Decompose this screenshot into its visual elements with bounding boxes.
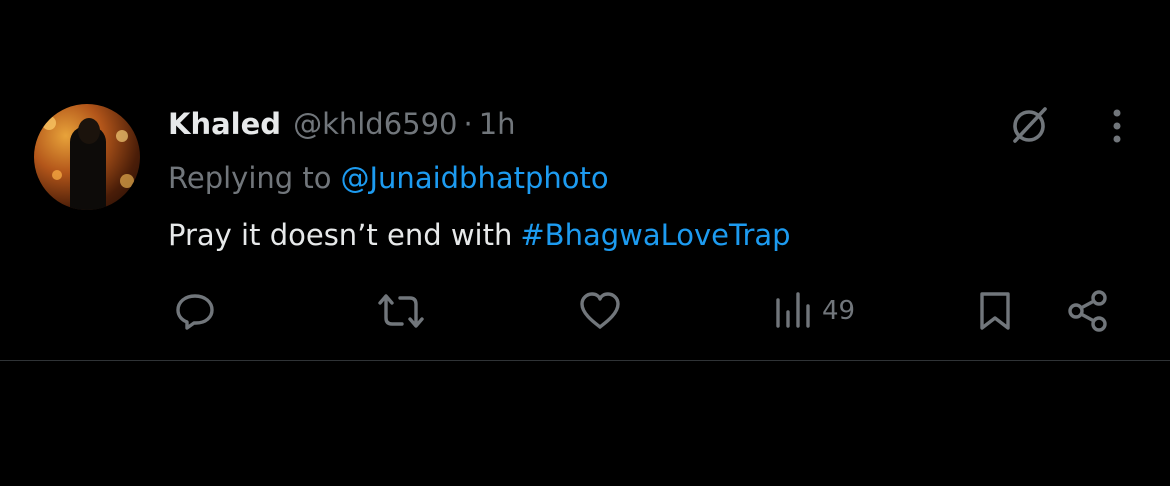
avatar-light [120, 174, 134, 188]
like-button[interactable] [578, 290, 622, 332]
reply-button[interactable] [174, 290, 216, 332]
repost-arrows-icon [378, 294, 424, 328]
bookmark-icon [980, 292, 1010, 330]
more-options-icon[interactable] [1100, 106, 1134, 146]
author-handle[interactable]: @khld6590 [293, 107, 457, 141]
separator-dot: · [463, 107, 473, 141]
repost-button[interactable] [378, 290, 424, 332]
replying-to: Replying to @Junaidbhatphoto [168, 158, 609, 198]
tweet-text: Pray it doesn’t end with [168, 218, 513, 252]
avatar-head [78, 118, 100, 144]
timestamp[interactable]: 1h [479, 107, 516, 141]
avatar[interactable] [34, 104, 140, 210]
views-count: 49 [822, 296, 856, 326]
bookmark-button[interactable] [976, 290, 1014, 332]
replying-to-label: Replying to [168, 161, 332, 195]
reply-mention-link[interactable]: @Junaidbhatphoto [341, 161, 609, 195]
hashtag-link[interactable]: #BhagwaLoveTrap [520, 218, 790, 252]
grok-icon[interactable] [1006, 102, 1052, 148]
speech-bubble-icon [176, 294, 214, 330]
author-name[interactable]: Khaled [168, 107, 281, 141]
heart-icon [580, 292, 620, 329]
share-button[interactable] [1066, 290, 1110, 332]
avatar-light [52, 170, 62, 180]
bar-chart-icon [776, 292, 810, 328]
tweet-body: Pray it doesn’t end with #BhagwaLoveTrap [168, 215, 791, 255]
avatar-light [42, 116, 56, 130]
avatar-light [116, 130, 128, 142]
views-button[interactable]: 49 [774, 290, 855, 332]
tweet-card[interactable]: Khaled @khld6590 · 1h Replying to @Junai… [0, 0, 1170, 361]
tweet-header: Khaled @khld6590 · 1h [168, 104, 516, 144]
share-nodes-icon [1068, 290, 1107, 332]
